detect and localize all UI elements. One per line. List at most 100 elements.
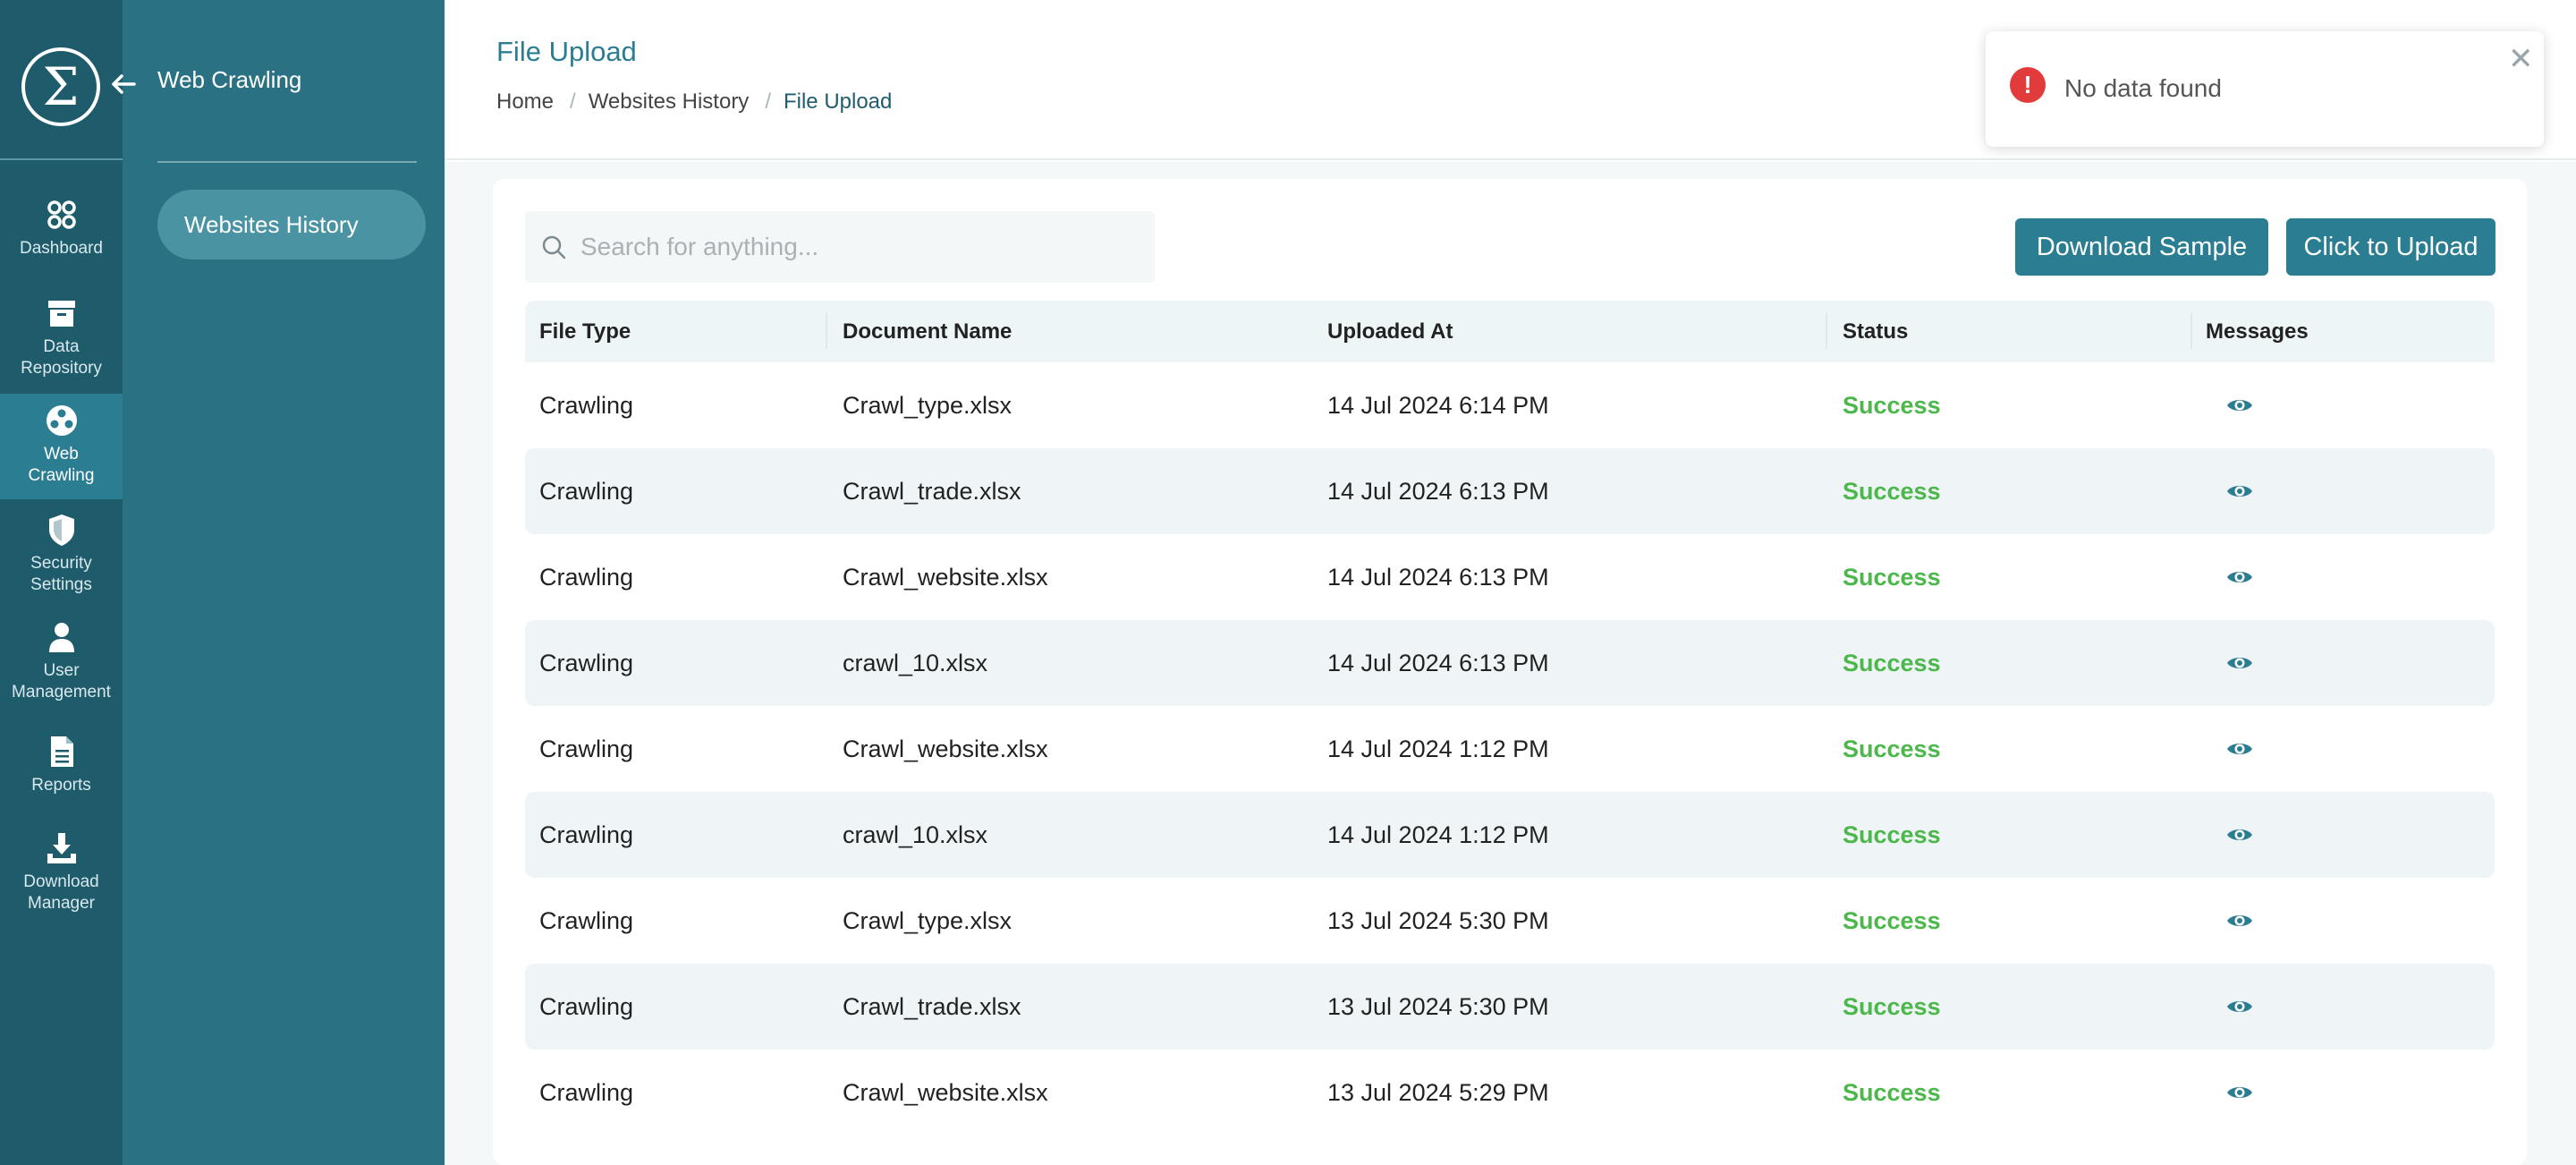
eye-icon[interactable] xyxy=(2226,480,2253,502)
rail-item-user-management[interactable]: User Management xyxy=(0,619,123,709)
sidebar-divider xyxy=(157,161,417,163)
eye-icon[interactable] xyxy=(2226,652,2253,674)
rail-item-label: User Management xyxy=(12,661,111,702)
table-row[interactable]: Crawling Crawl_trade.xlsx 13 Jul 2024 5:30… xyxy=(525,964,2495,1050)
cell-file-type: Crawling xyxy=(539,1079,634,1106)
cell-uploaded-at: 13 Jul 2024 5:30 PM xyxy=(1327,907,1549,934)
cell-file-type: Crawling xyxy=(539,907,634,934)
breadcrumb-home[interactable]: Home xyxy=(496,89,554,115)
cell-document-name: Crawl_website.xlsx xyxy=(843,564,1048,591)
rail-item-download-manager[interactable]: Download Manager xyxy=(0,830,123,920)
rail-item-label: Data Repository xyxy=(21,337,102,378)
sigma-logo-icon[interactable]: Σ xyxy=(21,47,100,126)
table-row[interactable]: Crawling Crawl_website.xlsx 14 Jul 2024 6:… xyxy=(525,534,2495,620)
status-badge: Success xyxy=(1843,993,1941,1020)
rail-item-label: Dashboard xyxy=(20,239,103,258)
arrow-left-icon[interactable] xyxy=(107,68,140,100)
cell-file-type: Crawling xyxy=(539,478,634,505)
table-row[interactable]: Crawling Crawl_trade.xlsx 14 Jul 2024 6:13… xyxy=(525,448,2495,534)
cell-uploaded-at: 13 Jul 2024 5:29 PM xyxy=(1327,1079,1549,1106)
status-badge: Success xyxy=(1843,478,1941,505)
sidebar-item-websites-history[interactable]: Websites History xyxy=(157,190,426,259)
icon-rail: Σ Dashboard Data Repository Web Crawling… xyxy=(0,0,123,1165)
download-sample-button[interactable]: Download Sample xyxy=(2015,218,2268,276)
search-icon xyxy=(539,233,568,261)
table-row[interactable]: Crawling Crawl_type.xlsx 13 Jul 2024 5:30 … xyxy=(525,878,2495,964)
cell-document-name: Crawl_trade.xlsx xyxy=(843,478,1021,505)
globe-icon xyxy=(44,403,80,438)
cell-document-name: Crawl_type.xlsx xyxy=(843,392,1013,419)
eye-icon[interactable] xyxy=(2226,824,2253,846)
rail-item-security-settings[interactable]: Security Settings xyxy=(0,512,123,601)
status-badge: Success xyxy=(1843,392,1941,419)
cell-uploaded-at: 14 Jul 2024 6:13 PM xyxy=(1327,478,1549,505)
toast-notification: ! No data found ✕ xyxy=(1986,31,2544,147)
table-row[interactable]: Crawling crawl_10.xlsx 14 Jul 2024 1:12 PM… xyxy=(525,792,2495,878)
eye-icon[interactable] xyxy=(2226,566,2253,588)
cell-file-type: Crawling xyxy=(539,650,634,676)
cell-document-name: Crawl_type.xlsx xyxy=(843,907,1013,934)
breadcrumb-separator: / xyxy=(570,89,576,114)
rail-divider xyxy=(0,158,123,160)
eye-icon[interactable] xyxy=(2226,738,2253,760)
table-row[interactable]: Crawling Crawl_website.xlsx 13 Jul 2024 5:… xyxy=(525,1050,2495,1135)
column-header-uploaded-at[interactable]: Uploaded At xyxy=(1327,301,1453,362)
cell-uploaded-at: 13 Jul 2024 5:30 PM xyxy=(1327,993,1549,1020)
column-divider xyxy=(2190,313,2192,349)
table-row[interactable]: Crawling Crawl_type.xlsx 14 Jul 2024 6:14 … xyxy=(525,362,2495,448)
breadcrumb-websites-history[interactable]: Websites History xyxy=(589,89,750,115)
table-header: File Type Document Name Uploaded At Stat… xyxy=(525,301,2495,362)
secondary-sidebar: Web Crawling Websites History xyxy=(112,0,445,1165)
table-row[interactable]: Crawling Crawl_website.xlsx 14 Jul 2024 1:… xyxy=(525,706,2495,792)
page-title: File Upload xyxy=(496,36,637,67)
rail-item-dashboard[interactable]: Dashboard xyxy=(0,197,123,268)
status-badge: Success xyxy=(1843,821,1941,848)
archive-icon xyxy=(44,295,80,331)
table-row[interactable]: Crawling crawl_10.xlsx 14 Jul 2024 6:13 PM… xyxy=(525,620,2495,706)
download-icon xyxy=(44,830,80,866)
column-header-messages[interactable]: Messages xyxy=(2206,301,2309,362)
cell-uploaded-at: 14 Jul 2024 1:12 PM xyxy=(1327,736,1549,762)
column-header-status[interactable]: Status xyxy=(1843,301,1908,362)
status-badge: Success xyxy=(1843,650,1941,676)
cell-file-type: Crawling xyxy=(539,821,634,848)
rail-item-label: Download Manager xyxy=(23,872,99,913)
close-icon[interactable]: ✕ xyxy=(2508,44,2534,74)
cell-file-type: Crawling xyxy=(539,736,634,762)
breadcrumb-current: File Upload xyxy=(783,89,893,114)
column-header-file-type[interactable]: File Type xyxy=(539,301,631,362)
breadcrumb-separator: / xyxy=(765,89,771,114)
uploads-table: File Type Document Name Uploaded At Stat… xyxy=(525,301,2495,1135)
rail-item-data-repository[interactable]: Data Repository xyxy=(0,295,123,385)
rail-item-web-crawling[interactable]: Web Crawling xyxy=(0,394,123,499)
eye-icon[interactable] xyxy=(2226,996,2253,1017)
status-badge: Success xyxy=(1843,736,1941,762)
rail-item-reports[interactable]: Reports xyxy=(0,734,123,805)
column-divider xyxy=(1826,313,1827,349)
cell-document-name: crawl_10.xlsx xyxy=(843,821,988,848)
status-badge: Success xyxy=(1843,907,1941,934)
column-header-document-name[interactable]: Document Name xyxy=(843,301,1012,362)
status-badge: Success xyxy=(1843,564,1941,591)
cell-document-name: Crawl_website.xlsx xyxy=(843,1079,1048,1106)
breadcrumb: Home / Websites History / File Upload xyxy=(496,89,892,115)
eye-icon[interactable] xyxy=(2226,395,2253,416)
cell-uploaded-at: 14 Jul 2024 1:12 PM xyxy=(1327,821,1549,848)
document-icon xyxy=(44,734,80,770)
search-box xyxy=(525,211,1155,283)
toast-message: No data found xyxy=(2064,74,2222,102)
eye-icon[interactable] xyxy=(2226,910,2253,931)
user-icon xyxy=(44,619,80,655)
rail-item-label: Security Settings xyxy=(30,554,92,594)
cell-document-name: Crawl_trade.xlsx xyxy=(843,993,1021,1020)
search-input[interactable] xyxy=(580,211,1135,283)
cell-document-name: Crawl_website.xlsx xyxy=(843,736,1048,762)
eye-icon[interactable] xyxy=(2226,1082,2253,1103)
cell-file-type: Crawling xyxy=(539,993,634,1020)
upload-button[interactable]: Click to Upload xyxy=(2286,218,2496,276)
dashboard-icon xyxy=(44,197,80,233)
table-body: Crawling Crawl_type.xlsx 14 Jul 2024 6:14 … xyxy=(525,362,2495,1135)
cell-file-type: Crawling xyxy=(539,392,634,419)
column-divider xyxy=(826,313,827,349)
rail-item-label: Reports xyxy=(31,776,91,795)
